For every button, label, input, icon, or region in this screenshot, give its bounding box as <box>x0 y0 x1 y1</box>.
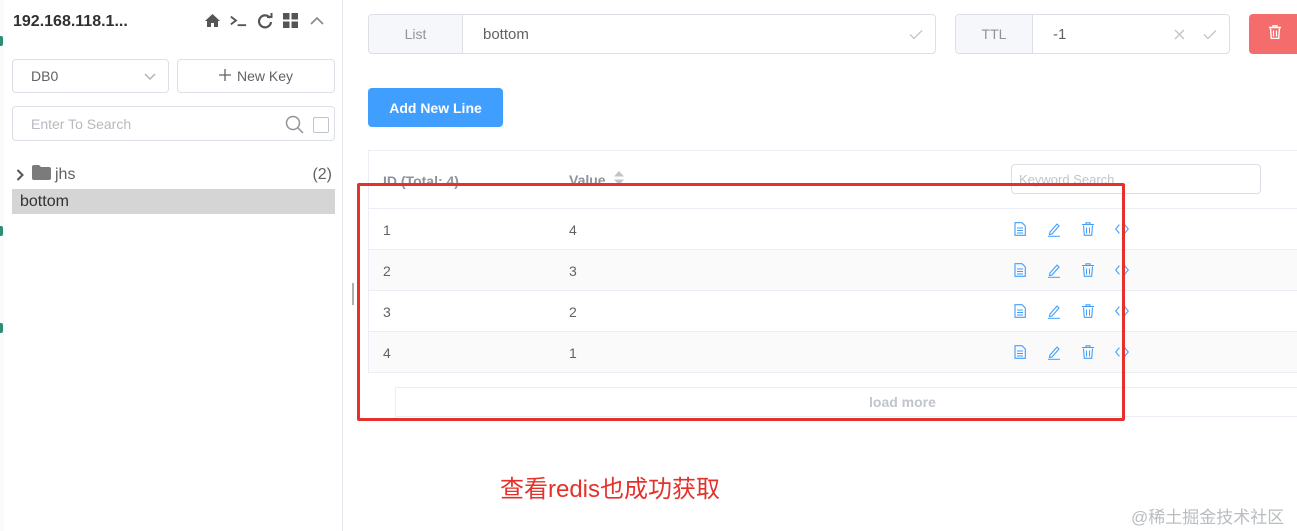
code-icon[interactable] <box>1115 221 1129 237</box>
row-id: 3 <box>383 304 391 320</box>
refresh-icon[interactable] <box>256 12 273 29</box>
chevron-down-icon <box>144 68 156 84</box>
tree-folder-jhs[interactable]: jhs (2) <box>12 163 335 187</box>
ttl-field: TTL -1 <box>955 14 1230 54</box>
connection-marker <box>0 36 3 46</box>
delete-icon[interactable] <box>1081 221 1095 237</box>
search-icon[interactable] <box>285 115 304 139</box>
ttl-label: TTL <box>956 15 1033 53</box>
edit-icon[interactable] <box>1047 303 1061 319</box>
key-name-input[interactable]: bottom <box>463 15 935 53</box>
code-icon[interactable] <box>1115 303 1129 319</box>
sidebar-resize-handle[interactable] <box>352 283 354 305</box>
redis-manager-window: 192.168.118.1... DB0 New Key Enter To Se… <box>0 0 1297 531</box>
table-row: 3 2 <box>369 291 1297 332</box>
table-row: 1 4 <box>369 209 1297 250</box>
id-column-header: ID (Total: 4) <box>383 173 459 189</box>
new-key-label: New Key <box>236 68 294 84</box>
key-type-label: List <box>369 15 463 53</box>
row-value: 2 <box>569 304 577 320</box>
plus-icon <box>218 68 231 84</box>
key-name-value: bottom <box>483 25 529 43</box>
key-name-field: List bottom <box>368 14 936 54</box>
chevron-up-icon[interactable] <box>308 12 325 29</box>
table-row: 4 1 <box>369 332 1297 373</box>
annotation-text: 查看redis也成功获取 <box>500 476 721 503</box>
home-icon[interactable] <box>204 12 221 29</box>
edit-icon[interactable] <box>1047 221 1061 237</box>
ttl-value: -1 <box>1053 25 1067 43</box>
watermark: @稀土掘金技术社区 <box>1131 508 1285 527</box>
connection-strip <box>0 0 4 531</box>
edit-icon[interactable] <box>1047 262 1061 278</box>
ttl-input[interactable]: -1 <box>1033 15 1229 53</box>
add-new-line-button[interactable]: Add New Line <box>368 88 503 127</box>
connection-marker <box>0 323 3 333</box>
code-icon[interactable] <box>1115 262 1129 278</box>
load-more-button[interactable]: load more <box>395 387 1297 417</box>
trash-icon <box>1269 24 1281 44</box>
keyword-search-input[interactable] <box>1011 164 1261 194</box>
chevron-right-icon[interactable] <box>12 169 28 181</box>
tree-folder-label: jhs <box>55 166 76 183</box>
delete-icon[interactable] <box>1081 262 1095 278</box>
delete-icon[interactable] <box>1081 344 1095 360</box>
value-column-header[interactable]: Value <box>569 171 624 188</box>
edit-icon[interactable] <box>1047 344 1061 360</box>
row-actions <box>1013 221 1129 237</box>
view-icon[interactable] <box>1013 221 1027 237</box>
terminal-icon[interactable] <box>230 12 247 29</box>
grid-icon[interactable] <box>282 12 299 29</box>
clear-icon[interactable] <box>1174 27 1185 44</box>
sort-icon[interactable] <box>613 171 624 188</box>
sidebar: 192.168.118.1... DB0 New Key Enter To Se… <box>0 0 343 531</box>
row-actions <box>1013 303 1129 319</box>
key-search-box <box>12 106 335 141</box>
row-actions <box>1013 344 1129 360</box>
exact-search-checkbox[interactable] <box>313 117 329 133</box>
db-select[interactable]: DB0 <box>12 59 169 93</box>
row-value: 3 <box>569 263 577 279</box>
tree-key-bottom[interactable]: bottom <box>12 189 335 214</box>
connection-toolbar <box>204 12 325 29</box>
view-icon[interactable] <box>1013 303 1027 319</box>
connection-name[interactable]: 192.168.118.1... <box>13 13 128 31</box>
view-icon[interactable] <box>1013 344 1027 360</box>
db-select-value: DB0 <box>31 68 59 84</box>
new-key-button[interactable]: New Key <box>177 59 335 93</box>
delete-icon[interactable] <box>1081 303 1095 319</box>
table-header: ID (Total: 4) Value <box>369 151 1297 209</box>
code-icon[interactable] <box>1115 344 1129 360</box>
key-name-suffix <box>909 27 923 44</box>
row-value: 4 <box>569 222 577 238</box>
key-search-input[interactable] <box>31 115 281 132</box>
list-table: ID (Total: 4) Value 1 4 2 3 <box>368 150 1297 373</box>
folder-icon <box>32 165 51 185</box>
row-id: 2 <box>383 263 391 279</box>
row-value: 1 <box>569 345 577 361</box>
confirm-icon[interactable] <box>1203 27 1217 44</box>
row-actions <box>1013 262 1129 278</box>
tree-folder-count: (2) <box>312 166 332 183</box>
row-id: 1 <box>383 222 391 238</box>
row-id: 4 <box>383 345 391 361</box>
view-icon[interactable] <box>1013 262 1027 278</box>
confirm-icon[interactable] <box>909 27 923 44</box>
delete-key-button[interactable] <box>1249 14 1297 54</box>
table-row: 2 3 <box>369 250 1297 291</box>
ttl-suffix <box>1174 27 1217 44</box>
value-header-label: Value <box>569 171 606 188</box>
connection-marker <box>0 226 3 236</box>
